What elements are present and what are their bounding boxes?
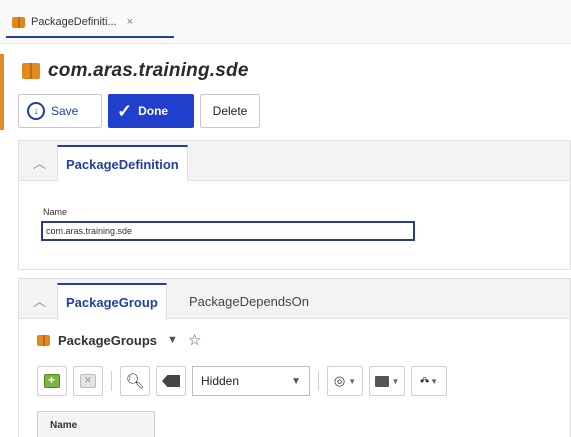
tab-package-depends-on[interactable]: PackageDependsOn (181, 283, 317, 319)
grid-toolbar: 🔍︎ Hidden ▼ ◎▼ ▼ •°•▼ (37, 363, 453, 399)
search-button[interactable]: 🔍︎ (120, 366, 150, 396)
tab-package-definition[interactable]: PackageDefinition (57, 145, 188, 181)
chevron-down-icon: ▼ (391, 376, 400, 386)
collapse-chevron-icon[interactable]: ︿ (33, 153, 46, 172)
column-header-name[interactable]: Name (37, 411, 155, 437)
save-icon: ↓ (27, 102, 45, 120)
chevron-down-icon: ▼ (291, 375, 301, 387)
clear-icon (162, 375, 180, 387)
toolbar-divider (111, 371, 112, 391)
chevron-down-icon: ▼ (430, 376, 439, 386)
grid-title: PackageGroups ▼ ☆ (37, 331, 201, 349)
delete-button-label: Delete (212, 104, 248, 118)
done-button-label: Done (138, 104, 169, 118)
remove-icon (80, 372, 96, 388)
item-title: com.aras.training.sde (22, 60, 249, 82)
definition-panel: ︿ PackageDefinition Name (18, 140, 571, 270)
monitor-icon (374, 375, 389, 387)
document-tab[interactable]: PackageDefiniti... × (6, 8, 174, 38)
add-icon (44, 373, 60, 388)
remove-row-button[interactable] (73, 366, 103, 396)
relationships-panel-header: ︿ PackageGroup PackageDependsOn (19, 279, 570, 319)
package-icon (12, 16, 25, 28)
chevron-down-icon[interactable]: ▼ (167, 334, 178, 346)
chevron-down-icon: ▼ (348, 376, 357, 386)
document-tabstrip: PackageDefiniti... × (0, 0, 571, 44)
item-title-text: com.aras.training.sde (48, 60, 249, 81)
save-button-label: Save (51, 104, 79, 118)
document-tab-label: PackageDefiniti... (31, 16, 117, 28)
search-icon: 🔍︎ (125, 373, 145, 390)
relationships-panel: ︿ PackageGroup PackageDependsOn PackageG… (18, 278, 571, 437)
share-options-button[interactable]: •°• ▼ (411, 366, 447, 396)
search-mode-value: Hidden (201, 374, 240, 388)
view-options-button[interactable]: ◎ ▼ (327, 366, 363, 396)
share-icon: •°• (419, 374, 429, 388)
definition-panel-header: ︿ PackageDefinition (19, 141, 570, 181)
package-group-icon (37, 334, 50, 346)
item-type-indicator (0, 54, 4, 130)
close-tab-icon[interactable]: × (127, 16, 133, 28)
clear-search-button[interactable] (156, 366, 186, 396)
tab-package-group[interactable]: PackageGroup (57, 283, 167, 319)
display-options-button[interactable]: ▼ (369, 366, 405, 396)
screenshot-icon: ◎ (333, 373, 346, 388)
collapse-chevron-icon[interactable]: ︿ (33, 291, 46, 310)
name-field-label: Name (43, 207, 68, 217)
delete-button[interactable]: Delete (200, 94, 260, 128)
search-mode-select[interactable]: Hidden ▼ (192, 366, 310, 396)
grid-title-label: PackageGroups (58, 332, 157, 348)
favorite-star-icon[interactable]: ☆ (188, 331, 201, 349)
checkmark-icon: ✓ (117, 100, 133, 121)
done-button[interactable]: ✓ Done (108, 94, 194, 128)
package-icon (22, 63, 40, 79)
name-field[interactable] (41, 221, 415, 241)
toolbar-divider (318, 371, 319, 391)
add-row-button[interactable] (37, 366, 67, 396)
save-button[interactable]: ↓ Save (18, 94, 102, 128)
item-toolbar: ↓ Save ✓ Done Delete (18, 94, 260, 128)
